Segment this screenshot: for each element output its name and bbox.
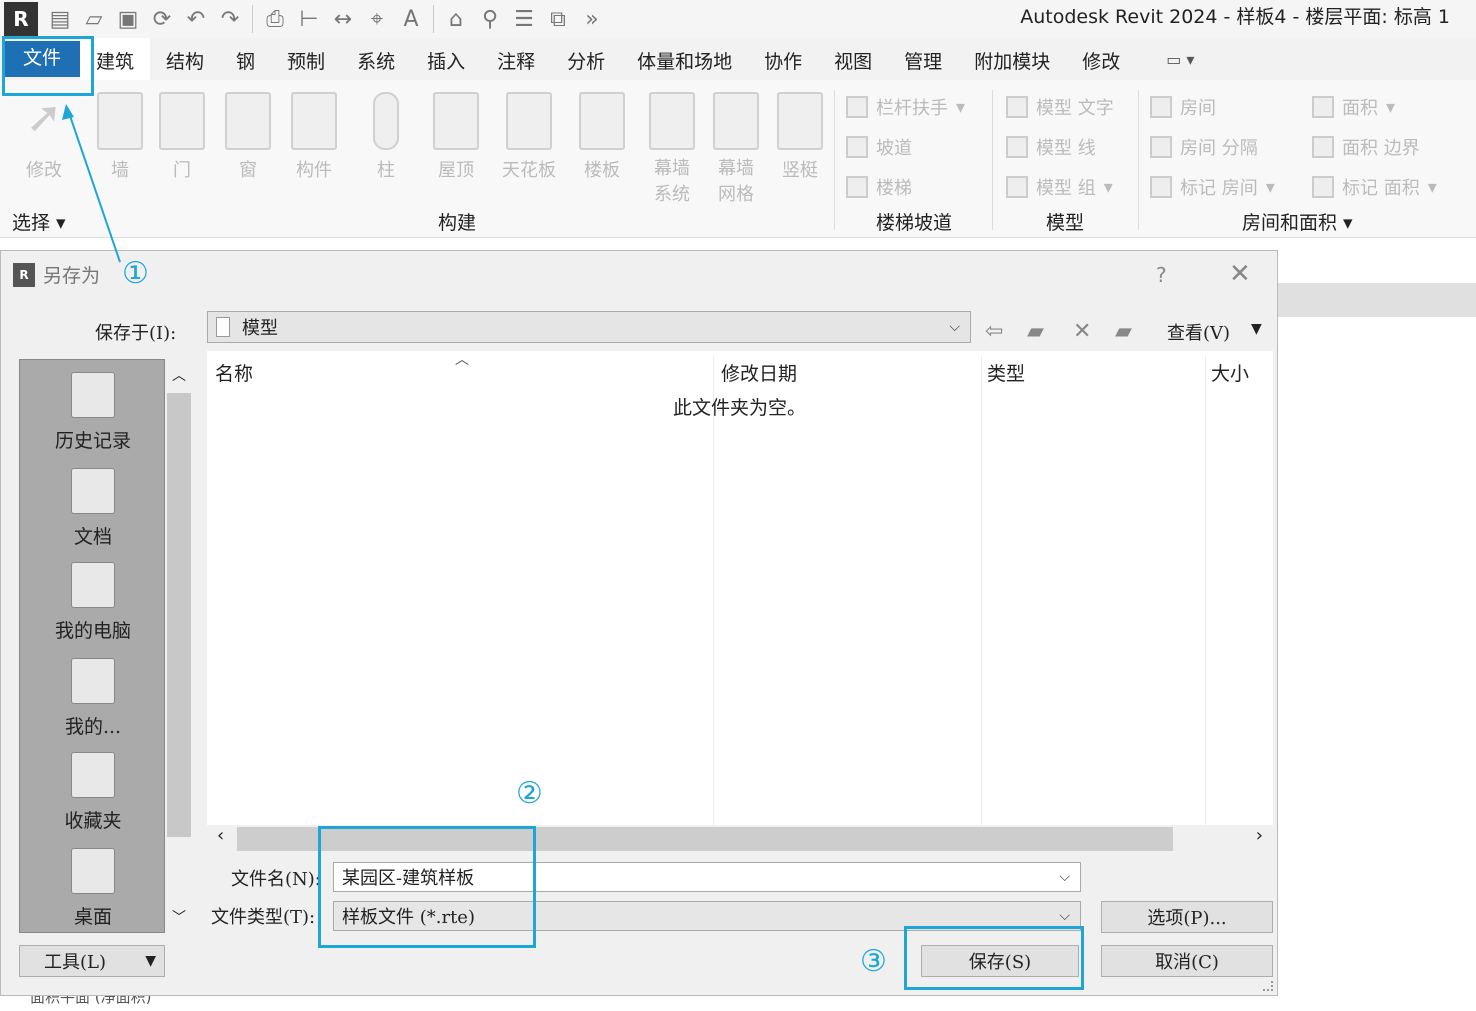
- annotation-arrow: [62, 104, 121, 263]
- annotation-box-save: [904, 926, 1084, 990]
- annotation-box-filename: [318, 826, 536, 948]
- annotation-number-2: ②: [516, 776, 543, 811]
- annotation-number-3: ③: [860, 944, 887, 979]
- annotation-number-1: ①: [122, 256, 149, 291]
